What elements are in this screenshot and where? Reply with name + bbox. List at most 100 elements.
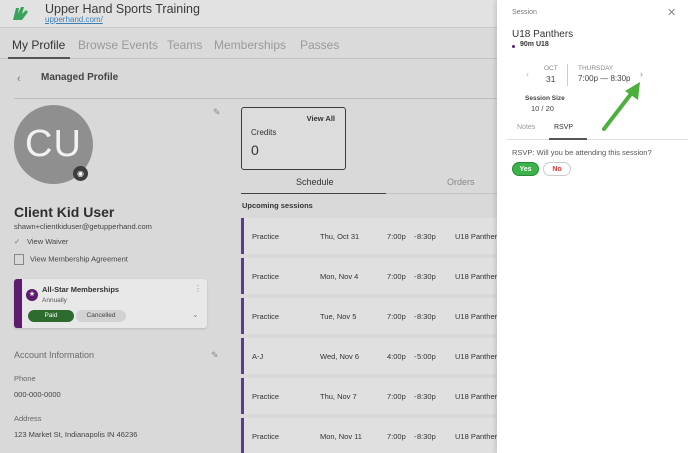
address-value: 123 Market St, Indianapolis IN 46236 [14, 430, 138, 439]
tab-teams[interactable]: Teams [167, 38, 202, 52]
main-nav: My Profile Browse Events Teams Membershi… [0, 29, 497, 59]
brand-url-link[interactable]: upperhand.com/ [45, 15, 103, 24]
divider [14, 98, 497, 99]
edit-profile-pencil-icon[interactable]: ✎ [213, 107, 221, 118]
membership-name: All-Star Memberships [42, 285, 120, 294]
session-end: 8:30p [417, 312, 436, 321]
tab-schedule[interactable]: Schedule [296, 177, 334, 187]
credits-value: 0 [251, 142, 259, 158]
kebab-menu-icon[interactable]: ⋮ [194, 284, 202, 293]
session-row[interactable]: Practice Mon, Nov 11 7:00p -8:30p U18 Panthe… [241, 418, 501, 453]
camera-icon[interactable]: ◉ [73, 166, 88, 181]
rsvp-no-button[interactable]: No [543, 162, 571, 176]
credits-card: View All Credits 0 [241, 107, 346, 170]
session-start: 7:00p [387, 232, 406, 241]
session-title: U18 Panthers [512, 29, 574, 40]
session-type: Practice [252, 272, 280, 281]
phone-value: 000-000-0000 [14, 390, 61, 399]
brand-logo-icon[interactable] [10, 4, 30, 24]
tab-notes[interactable]: Notes [517, 124, 535, 131]
drawer-label: Session [512, 9, 537, 16]
previous-session-chevron-icon[interactable]: ‹ [526, 69, 529, 79]
session-subtitle: 90m U18 [520, 41, 549, 48]
session-type: Practice [252, 432, 280, 441]
document-icon [14, 254, 24, 265]
tab-memberships[interactable]: Memberships [214, 38, 286, 52]
view-agreement-link[interactable]: View Membership Agreement [14, 254, 128, 265]
next-session-chevron-icon[interactable]: › [640, 69, 643, 79]
page: Upper Hand Sports Training upperhand.com… [0, 0, 688, 453]
divider [386, 193, 497, 194]
paid-badge: Paid [28, 310, 74, 322]
active-tab-indicator [241, 193, 386, 194]
session-size-label: Session Size [525, 95, 565, 102]
rsvp-yes-button[interactable]: Yes [512, 162, 539, 176]
tab-rsvp[interactable]: RSVP [554, 124, 573, 131]
page-title: Managed Profile [41, 72, 119, 83]
session-team: U18 Panthers [455, 432, 501, 441]
session-row[interactable]: Practice Tue, Nov 5 7:00p -8:30p U18 Panther… [241, 298, 501, 334]
session-size-value: 10 / 20 [531, 104, 554, 113]
view-waiver-link[interactable]: ✓ View Waiver [14, 237, 68, 246]
active-tab-indicator [549, 138, 587, 140]
membership-card[interactable]: ★ All-Star Memberships Annually ⋮ Paid C… [14, 279, 207, 328]
session-end: 5:00p [417, 352, 436, 361]
tab-orders[interactable]: Orders [447, 177, 475, 187]
client-name: Client Kid User [14, 204, 115, 220]
phone-label: Phone [14, 374, 36, 383]
tab-browse-events[interactable]: Browse Events [78, 38, 158, 52]
annotation-arrow-icon [602, 82, 640, 131]
session-type: Practice [252, 232, 280, 241]
session-start: 4:00p [387, 352, 406, 361]
event-color-dot [512, 45, 515, 48]
chevron-down-icon[interactable]: ⌄ [192, 310, 199, 319]
client-email: shawn+clientkiduser@getupperhand.com [14, 222, 152, 231]
divider [507, 139, 688, 140]
session-end: 8:30p [417, 232, 436, 241]
session-end: 8:30p [417, 392, 436, 401]
edit-account-pencil-icon[interactable]: ✎ [211, 350, 219, 361]
tab-my-profile[interactable]: My Profile [12, 38, 65, 52]
address-label: Address [14, 414, 42, 423]
session-date: Tue, Nov 5 [320, 312, 357, 321]
active-tab-indicator [8, 57, 70, 59]
view-all-link[interactable]: View All [307, 114, 335, 123]
upcoming-sessions-label: Upcoming sessions [242, 201, 313, 210]
view-agreement-label: View Membership Agreement [30, 254, 128, 264]
session-type: Practice [252, 392, 280, 401]
cancelled-badge: Cancelled [76, 310, 126, 322]
credits-label: Credits [251, 128, 277, 137]
divider [567, 64, 568, 86]
session-date: Thu, Oct 31 [320, 232, 360, 241]
brand-title: Upper Hand Sports Training [45, 2, 200, 16]
session-start: 7:00p [387, 312, 406, 321]
session-date: Wed, Nov 6 [320, 352, 360, 361]
session-team: U18 Panthers [455, 392, 501, 401]
session-team: U18 Panthers [455, 312, 501, 321]
session-start: 7:00p [387, 432, 406, 441]
signature-icon: ✓ [14, 237, 21, 246]
tab-passes[interactable]: Passes [300, 38, 339, 52]
session-team: U18 Panthers [455, 352, 501, 361]
session-team: U18 Panthers [455, 272, 501, 281]
session-month: OCT [544, 65, 558, 72]
session-date: Thu, Nov 7 [320, 392, 357, 401]
back-chevron-icon[interactable]: ‹ [17, 73, 21, 85]
session-date: Mon, Nov 4 [320, 272, 359, 281]
membership-color-stripe [14, 279, 22, 328]
membership-interval: Annually [42, 297, 67, 304]
session-weekday: THURSDAY [578, 65, 614, 72]
session-type: Practice [252, 312, 280, 321]
close-icon[interactable]: ✕ [667, 6, 676, 19]
account-info-title: Account Information [14, 350, 95, 360]
session-team: U18 Panthers [455, 232, 501, 241]
session-row[interactable]: A-J Wed, Nov 6 4:00p -5:00p U18 Panthers [241, 338, 501, 374]
session-end: 8:30p [417, 272, 436, 281]
session-row[interactable]: Practice Mon, Nov 4 7:00p -8:30p U18 Panther… [241, 258, 501, 294]
session-row[interactable]: Practice Thu, Oct 31 7:00p -8:30p U18 Panthe… [241, 218, 501, 254]
session-start: 7:00p [387, 392, 406, 401]
session-row[interactable]: Practice Thu, Nov 7 7:00p -8:30p U18 Panther… [241, 378, 501, 414]
top-bar: Upper Hand Sports Training upperhand.com… [0, 0, 497, 28]
session-type: A-J [252, 352, 264, 361]
session-end: 8:30p [417, 432, 436, 441]
